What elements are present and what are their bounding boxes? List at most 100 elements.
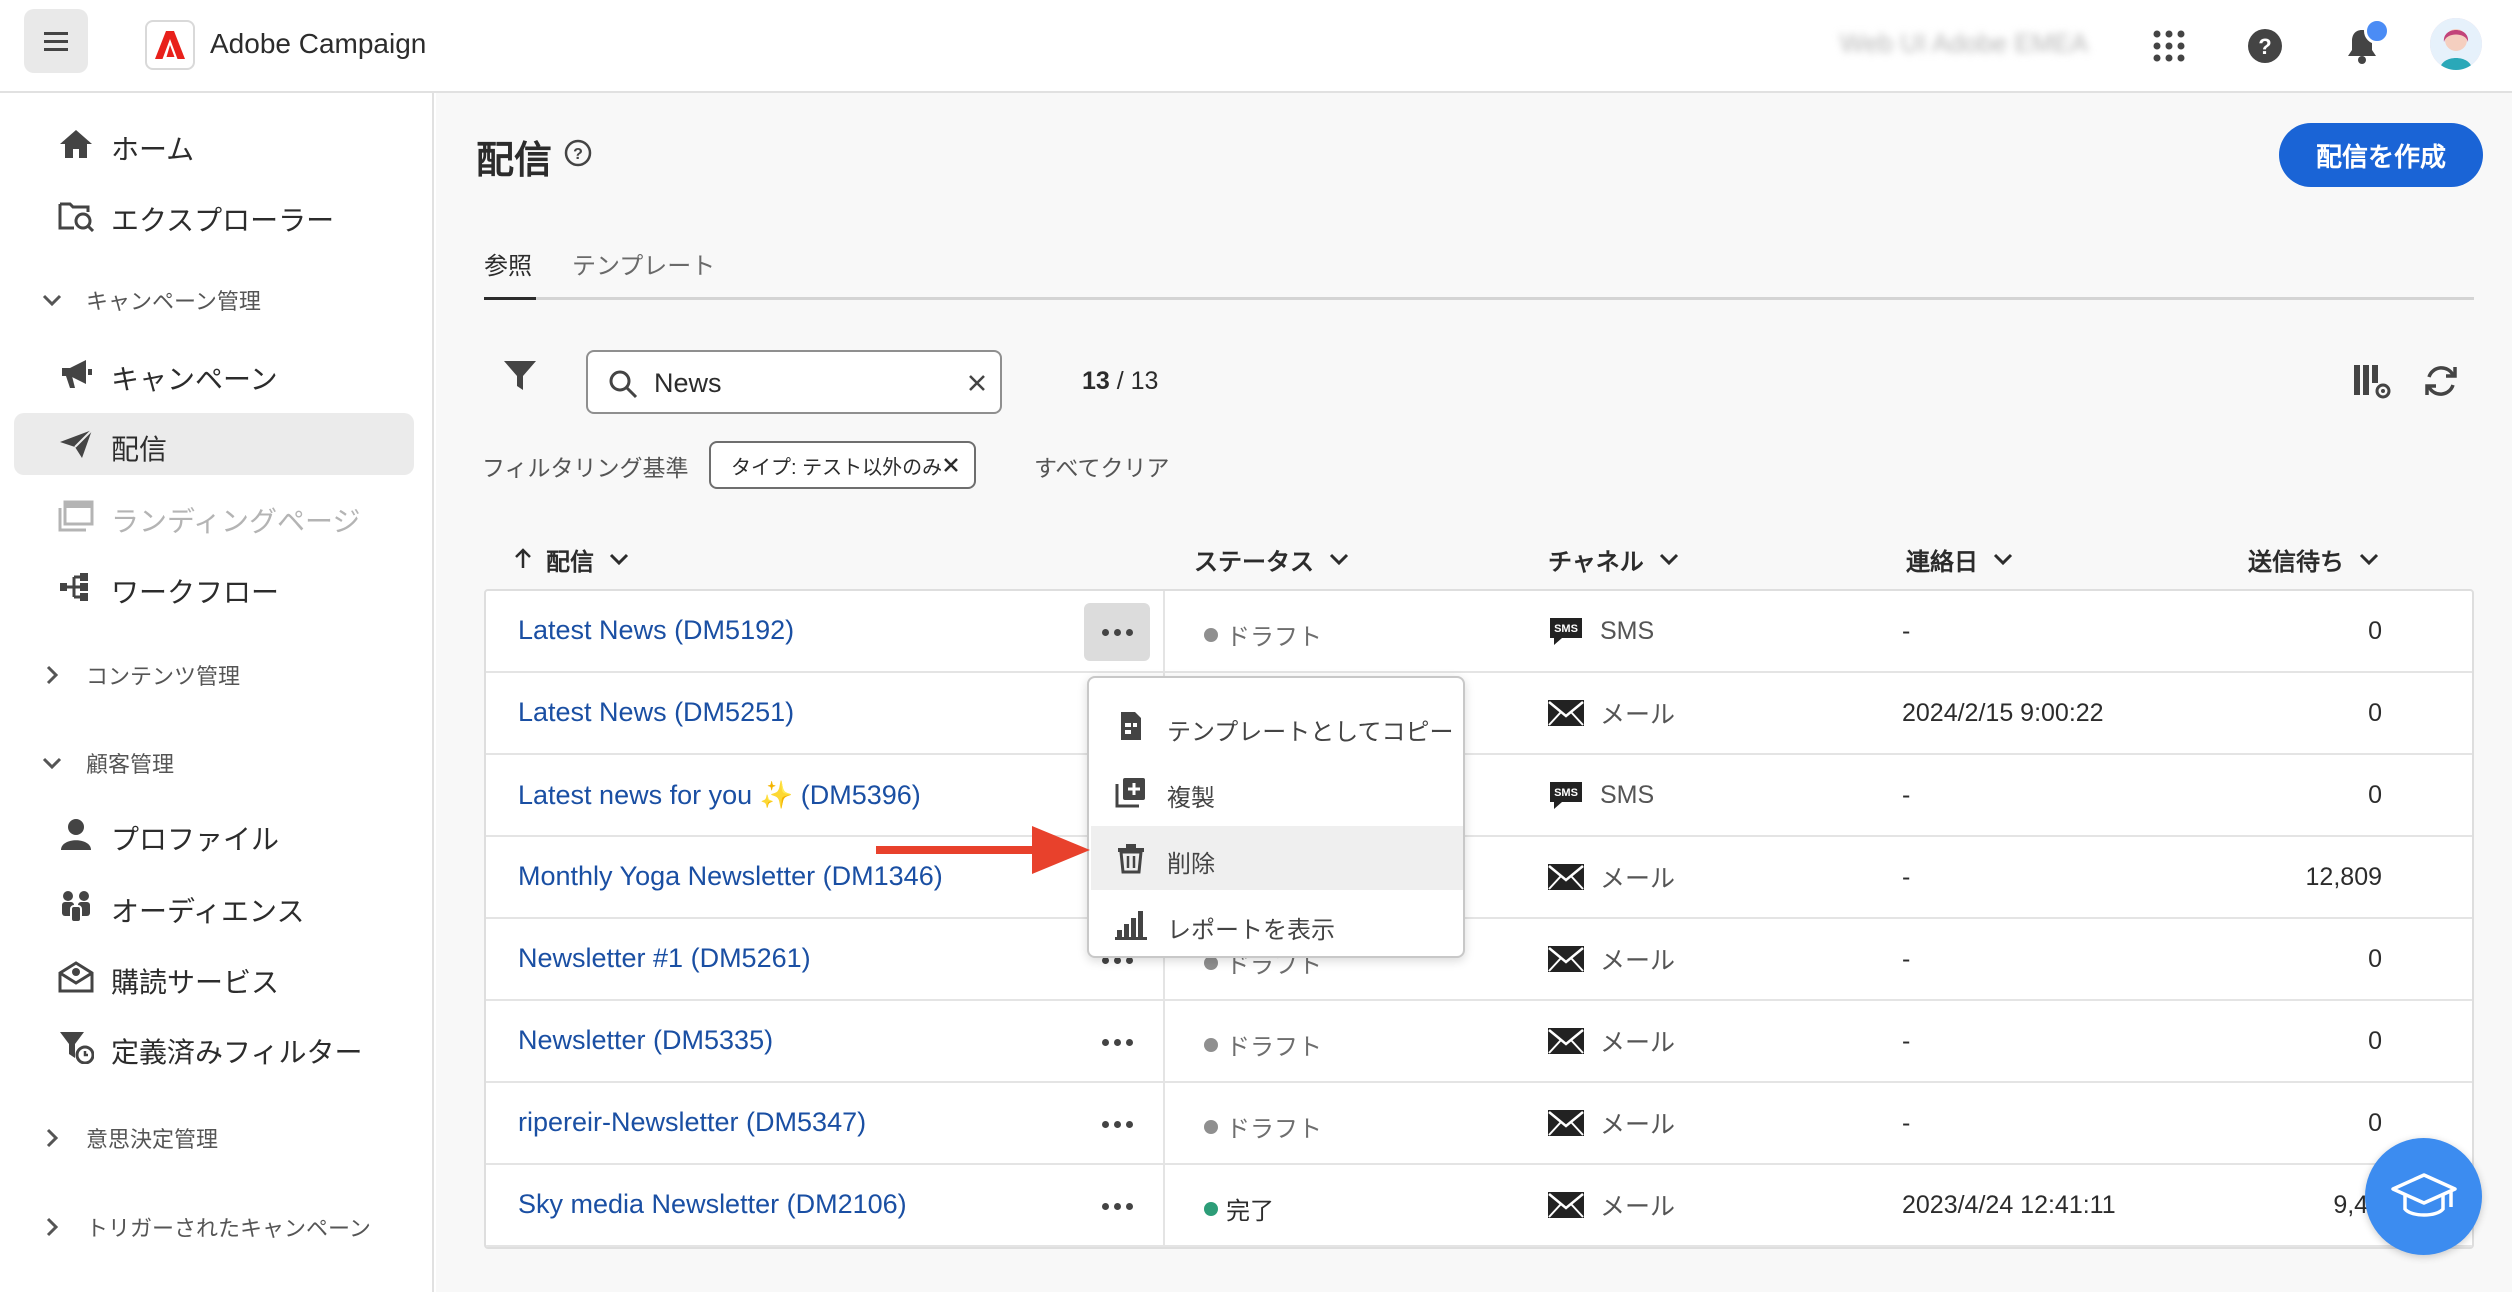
table-row[interactable]: Sky media Newsletter (DM2106) 完了 メール 2023/4… xyxy=(486,1165,2472,1247)
sidebar-item-campaigns[interactable]: キャンペーン xyxy=(14,343,414,405)
more-actions-button[interactable] xyxy=(1084,603,1150,661)
delivery-name-link[interactable]: Latest News (DM5192) xyxy=(518,615,794,646)
chevron-down-icon xyxy=(1659,553,1678,566)
delivery-name-link[interactable]: ripereir-Newsletter (DM5347) xyxy=(518,1107,866,1138)
table-row[interactable]: Newsletter (DM5335) ドラフト メール - 0 xyxy=(486,1001,2472,1083)
menu-toggle-button[interactable] xyxy=(24,9,88,73)
contact-date-cell: - xyxy=(1902,863,1911,891)
subscription-icon xyxy=(58,961,94,993)
search-field[interactable] xyxy=(586,350,1002,414)
more-actions-button[interactable] xyxy=(1084,1013,1150,1071)
result-count: 13 / 13 xyxy=(1082,367,1159,395)
explorer-icon xyxy=(58,199,94,232)
notification-badge xyxy=(2364,18,2390,44)
column-header-status[interactable]: ステータス xyxy=(1194,539,1350,579)
contact-date-cell: - xyxy=(1902,617,1911,645)
contact-date-cell: - xyxy=(1902,945,1911,973)
column-header-contact-date[interactable]: 連絡日 xyxy=(1906,539,2014,579)
chevron-down-icon xyxy=(40,751,64,775)
more-actions-button[interactable] xyxy=(1084,1095,1150,1153)
create-delivery-button[interactable]: 配信を作成 xyxy=(2279,123,2483,187)
column-divider xyxy=(1163,1001,1165,1083)
column-divider xyxy=(1163,1083,1165,1165)
filter-chip[interactable]: タイプ: テスト以外のみ xyxy=(709,441,976,489)
channel-cell: SMS SMS xyxy=(1546,777,1654,813)
sidebar-item-home[interactable]: ホーム xyxy=(14,113,414,175)
menu-item-delete[interactable]: 削除 xyxy=(1091,826,1463,890)
pending-count-cell: 0 xyxy=(2368,781,2382,809)
chevron-down-icon xyxy=(1993,553,2013,566)
more-actions-button[interactable] xyxy=(1084,1177,1150,1235)
sidebar-item-deliveries[interactable]: 配信 xyxy=(14,413,414,475)
apps-grid-icon[interactable] xyxy=(2143,20,2195,72)
delivery-name-link[interactable]: Latest News (DM5251) xyxy=(518,697,794,728)
user-avatar[interactable] xyxy=(2430,18,2482,70)
column-divider xyxy=(1163,1165,1165,1247)
filter-clock-icon xyxy=(58,1031,94,1064)
landing-page-icon xyxy=(58,500,94,532)
column-divider xyxy=(1163,591,1165,673)
sidebar: ホーム エクスプローラー キャンペーン管理 キャンペーン 配信 ランディングペー… xyxy=(0,93,434,1292)
mail-icon xyxy=(1546,859,1586,895)
contact-date-cell: 2023/4/24 12:41:11 xyxy=(1902,1191,2116,1219)
sidebar-group-triggered[interactable]: トリガーされたキャンペーン xyxy=(40,1207,371,1247)
column-header-name[interactable]: 配信 xyxy=(514,539,630,579)
table-row[interactable]: Latest News (DM5251)ドラフトメール2024/2/15 9:0… xyxy=(486,673,2472,755)
delivery-name-link[interactable]: Newsletter #1 (DM5261) xyxy=(518,943,811,974)
status-dot-icon xyxy=(1204,1119,1218,1134)
chevron-down-icon xyxy=(609,553,629,566)
learn-button[interactable] xyxy=(2365,1138,2482,1255)
delivery-name-link[interactable]: Latest news for you ✨ (DM5396) xyxy=(518,779,921,811)
menu-item-copy-as-template[interactable]: テンプレートとしてコピー xyxy=(1091,694,1463,758)
sidebar-group-content[interactable]: コンテンツ管理 xyxy=(40,655,240,695)
hamburger-icon xyxy=(44,39,68,43)
table-row[interactable]: ripereir-Newsletter (DM5347) ドラフト メール - 0 xyxy=(486,1083,2472,1165)
sidebar-group-campaign[interactable]: キャンペーン管理 xyxy=(40,280,261,320)
filter-icon[interactable] xyxy=(502,357,538,393)
clear-search-icon[interactable] xyxy=(964,370,990,396)
sidebar-item-landing-pages[interactable]: ランディングページ xyxy=(14,485,414,547)
table-row[interactable]: Latest News (DM5192) ドラフト SMS SMS - 0 xyxy=(486,591,2472,673)
menu-item-duplicate[interactable]: 複製 xyxy=(1091,760,1463,824)
tab-browse[interactable]: 参照 xyxy=(484,246,532,281)
megaphone-icon xyxy=(58,358,94,390)
sidebar-item-predefined-filters[interactable]: 定義済みフィルター xyxy=(14,1016,414,1078)
table-row[interactable]: Newsletter #1 (DM5261) ドラフト メール -0 xyxy=(486,919,2472,1001)
tab-templates[interactable]: テンプレート xyxy=(572,246,715,281)
sidebar-item-subscription-services[interactable]: 購読サービス xyxy=(14,946,414,1008)
table-row[interactable]: Latest news for you ✨ (DM5396)ドラフトSMSSMS… xyxy=(486,755,2472,837)
top-bar: Adobe Campaign Web UI Adobe EMEA ? xyxy=(0,0,2512,93)
chevron-down-icon xyxy=(40,288,64,312)
duplicate-icon xyxy=(1115,776,1147,808)
contact-date-cell: - xyxy=(1902,1109,1911,1137)
column-header-channel[interactable]: チャネル xyxy=(1548,539,1680,579)
search-input[interactable] xyxy=(654,366,944,400)
help-circle-icon[interactable]: ? xyxy=(564,139,592,167)
clear-all-link[interactable]: すべてクリア xyxy=(1034,449,1169,483)
sidebar-group-decisioning[interactable]: 意思決定管理 xyxy=(40,1118,218,1158)
channel-cell: メール xyxy=(1546,941,1675,977)
sidebar-item-audiences[interactable]: オーディエンス xyxy=(14,875,414,937)
column-header-pending[interactable]: 送信待ち xyxy=(2248,539,2380,579)
sidebar-group-customer[interactable]: 顧客管理 xyxy=(40,743,174,783)
adobe-logo[interactable] xyxy=(145,20,195,70)
delivery-name-link[interactable]: Newsletter (DM5335) xyxy=(518,1025,773,1056)
row-context-menu: テンプレートとしてコピー 複製 削除 レポートを表示 xyxy=(1087,676,1465,958)
pending-count-cell: 0 xyxy=(2368,945,2382,973)
help-icon[interactable]: ? xyxy=(2239,20,2291,72)
tab-active-indicator xyxy=(484,297,536,300)
channel-cell: SMS SMS xyxy=(1546,613,1654,649)
mail-icon xyxy=(1546,1023,1586,1059)
refresh-icon[interactable] xyxy=(2421,361,2461,401)
remove-filter-icon[interactable] xyxy=(942,456,960,474)
column-settings-icon[interactable] xyxy=(2352,361,2392,401)
sidebar-item-explorer[interactable]: エクスプローラー xyxy=(14,184,414,246)
send-icon xyxy=(58,428,94,460)
more-icon xyxy=(1101,1120,1133,1128)
sidebar-item-workflows[interactable]: ワークフロー xyxy=(14,556,414,618)
delivery-name-link[interactable]: Sky media Newsletter (DM2106) xyxy=(518,1189,907,1220)
menu-item-view-report[interactable]: レポートを表示 xyxy=(1091,892,1463,956)
copy-template-icon xyxy=(1115,710,1147,742)
sidebar-item-profiles[interactable]: プロファイル xyxy=(14,803,414,865)
table-row[interactable]: Monthly Yoga Newsletter (DM1346)ドラフトメール-… xyxy=(486,837,2472,919)
